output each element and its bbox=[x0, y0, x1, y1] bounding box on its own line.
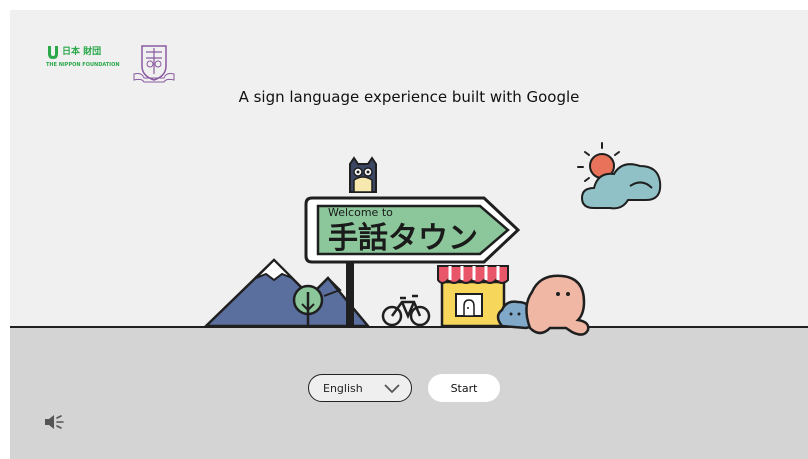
chevron-down-icon bbox=[384, 384, 400, 394]
sun-cloud-icon bbox=[577, 142, 662, 210]
mountain-icon bbox=[202, 258, 371, 328]
sign-welcome-text: Welcome to bbox=[328, 206, 393, 219]
start-button[interactable]: Start bbox=[428, 374, 500, 402]
speaker-icon[interactable] bbox=[44, 414, 66, 430]
owl-icon bbox=[349, 156, 377, 193]
app-frame: 日本 財団 THE NIPPON FOUNDATION A sign langu… bbox=[10, 10, 808, 459]
pink-character-icon bbox=[525, 274, 590, 336]
sign-town-name: 手話タウン bbox=[328, 221, 478, 256]
language-select[interactable]: English bbox=[308, 374, 412, 402]
language-select-value: English bbox=[323, 381, 363, 395]
bicycle-icon bbox=[381, 294, 431, 327]
